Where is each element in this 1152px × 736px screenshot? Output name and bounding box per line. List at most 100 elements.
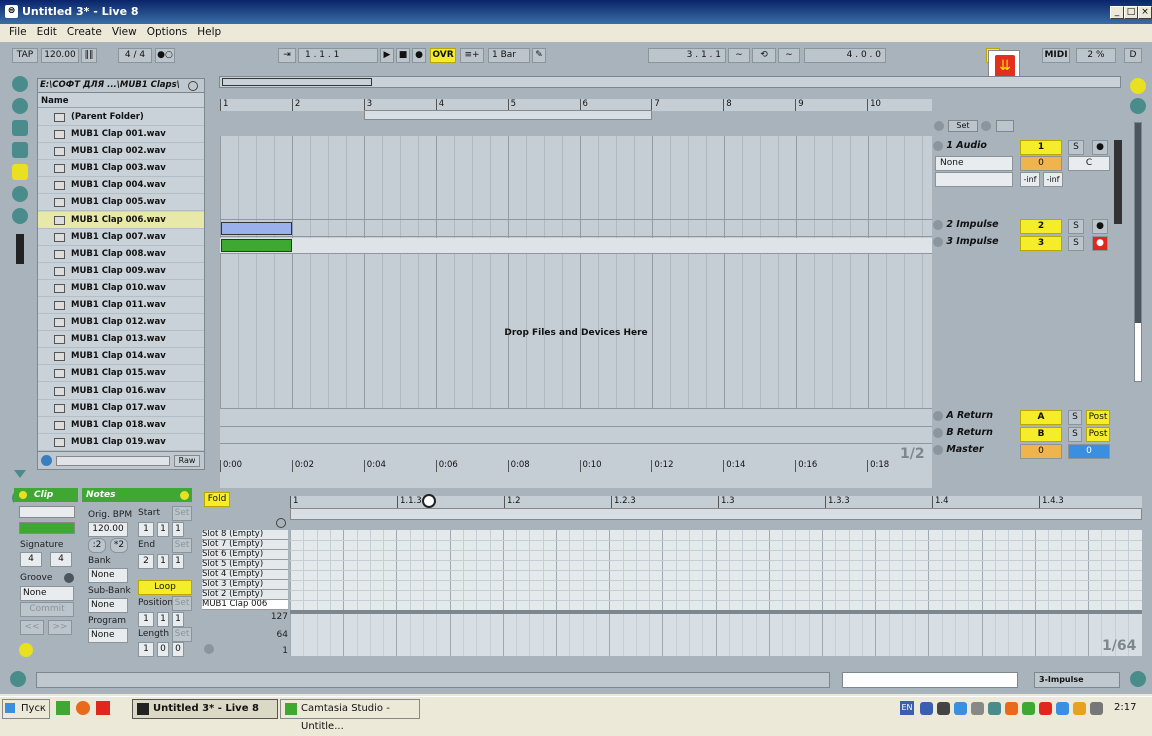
tray-6-icon[interactable] [1005,702,1018,715]
browser-file-item[interactable]: MUB1 Clap 015.wav [38,365,204,383]
folder-4-icon[interactable] [12,186,28,202]
task-camtasia[interactable]: Camtasia Studio - Untitle... [280,699,420,732]
start-sixteenth[interactable]: 1 [172,522,184,537]
live-devices-icon[interactable] [12,76,28,92]
show-hide-info-icon[interactable] [10,671,26,687]
program-dropdown[interactable]: None [88,628,128,643]
fold-button[interactable]: Fold [204,492,230,507]
fold-track-icon[interactable] [933,427,943,438]
solo-button-1[interactable]: S [1068,140,1084,155]
browser-file-item[interactable]: MUB1 Clap 018.wav [38,417,204,434]
drum-slot[interactable]: Slot 5 (Empty) [202,560,288,570]
volume-field-1[interactable]: 0 [1020,156,1062,171]
browser-resize-handle[interactable] [16,234,24,264]
tray-2-icon[interactable] [937,702,950,715]
track-lane-impulse-2[interactable] [220,221,932,237]
maximize-button[interactable]: □ [1124,6,1138,19]
browser-file-item[interactable]: MUB1 Clap 010.wav [38,280,204,297]
length-bar[interactable]: 1 [138,642,154,657]
arrangement-view-icon[interactable] [1130,78,1146,94]
loop-brace[interactable] [364,110,652,120]
end-bar[interactable]: 2 [138,554,154,569]
tap-button[interactable]: TAP [12,48,38,63]
groove-field[interactable]: None [20,586,74,601]
arrangement-position[interactable]: 1 . 1 . 1 [298,48,378,63]
start-beat[interactable]: 1 [157,522,169,537]
master-cue[interactable]: 0 [1068,444,1110,459]
clip-launch-icon[interactable] [19,643,33,657]
loop-button[interactable]: Loop [138,580,192,595]
next-locator-icon[interactable] [981,121,991,131]
folder-2-icon[interactable] [12,142,28,158]
browser-file-item[interactable]: MUB1 Clap 017.wav [38,400,204,417]
browser-file-item[interactable]: MUB1 Clap 008.wav [38,246,204,263]
arm-button-3[interactable]: ● [1092,236,1108,251]
browser-file-item[interactable]: MUB1 Clap 009.wav [38,263,204,280]
overview-viewport[interactable] [222,78,372,86]
clip-activator-icon[interactable] [19,491,27,499]
clip-impulse-2[interactable] [221,222,292,235]
midi-loop-brace[interactable] [290,508,1142,520]
loop-length-field[interactable]: 4 . 0 . 0 [804,48,886,63]
commit-button[interactable]: Commit [20,602,74,617]
input-channel-dropdown[interactable] [935,172,1013,187]
start-bar[interactable]: 1 [138,522,154,537]
lock-icon[interactable] [996,120,1014,132]
notes-expand-icon[interactable] [180,491,189,500]
vertical-scrollbar[interactable] [1134,122,1142,382]
half-tempo-button[interactable]: :2 [88,538,106,553]
preview-toggle-icon[interactable] [41,455,52,466]
start-set-button[interactable]: Set [172,506,192,521]
tray-3-icon[interactable] [954,702,967,715]
end-set-button[interactable]: Set [172,538,192,553]
length-set-button[interactable]: Set [172,627,192,642]
drum-slot[interactable]: Slot 4 (Empty) [202,570,288,580]
loop-start-field[interactable]: 3 . 1 . 1 [648,48,726,63]
browser-file-item[interactable]: MUB1 Clap 007.wav [38,229,204,246]
drum-slot[interactable]: Slot 8 (Empty) [202,530,288,540]
browser-path-target-icon[interactable] [188,81,198,91]
punch-out-icon[interactable]: ∼ [778,48,800,63]
language-indicator[interactable]: EN [900,701,914,715]
fold-track-icon[interactable] [933,140,943,151]
orig-bpm-field[interactable]: 120.00 [88,522,128,537]
velocity-lane[interactable] [290,614,1142,656]
play-icon[interactable]: ▶ [380,48,394,63]
drum-slot[interactable]: Slot 3 (Empty) [202,580,288,590]
drum-slot[interactable]: Slot 7 (Empty) [202,540,288,550]
metronome-icon[interactable]: ●○ [155,48,175,63]
velocity-toggle-icon[interactable] [204,644,214,654]
position-sixteenth[interactable]: 1 [172,612,184,627]
solo-button-3[interactable]: S [1068,236,1084,251]
track-activator-2[interactable]: 2 [1020,219,1062,234]
browser-file-item[interactable]: MUB1 Clap 004.wav [38,177,204,195]
solo-button-2[interactable]: S [1068,219,1084,234]
preview-waveform[interactable] [56,456,170,466]
parent-folder-item[interactable]: (Parent Folder) [38,109,204,126]
browser-file-item[interactable]: MUB1 Clap 012.wav [38,314,204,332]
browser-file-item[interactable]: MUB1 Clap 005.wav [38,194,204,212]
end-beat[interactable]: 1 [157,554,169,569]
tray-5-icon[interactable] [988,702,1001,715]
clip-impulse-3[interactable] [221,239,292,252]
end-sixteenth[interactable]: 1 [172,554,184,569]
record-icon[interactable]: ● [412,48,426,63]
solo-button-b[interactable]: S [1068,427,1082,442]
browser-file-item[interactable]: MUB1 Clap 014.wav [38,348,204,366]
scroll-left-button[interactable]: << [20,620,44,635]
subbank-dropdown[interactable]: None [88,598,128,613]
quantize-icon[interactable]: ≡+ [460,48,484,63]
position-bar[interactable]: 1 [138,612,154,627]
prev-locator-icon[interactable] [934,121,944,131]
quicklaunch-3-icon[interactable] [96,701,110,715]
solo-button-a[interactable]: S [1068,410,1082,425]
pan-field-1[interactable]: C [1068,156,1110,171]
menu-edit[interactable]: Edit [32,24,62,40]
preview-icon[interactable] [276,518,286,528]
input-type-dropdown[interactable]: None [935,156,1013,171]
drum-slot[interactable]: MUB1 Clap 006 [202,600,288,610]
tray-1-icon[interactable] [920,702,933,715]
bank-dropdown[interactable]: None [88,568,128,583]
browser-file-item[interactable]: MUB1 Clap 016.wav [38,383,204,400]
length-beat[interactable]: 0 [157,642,169,657]
